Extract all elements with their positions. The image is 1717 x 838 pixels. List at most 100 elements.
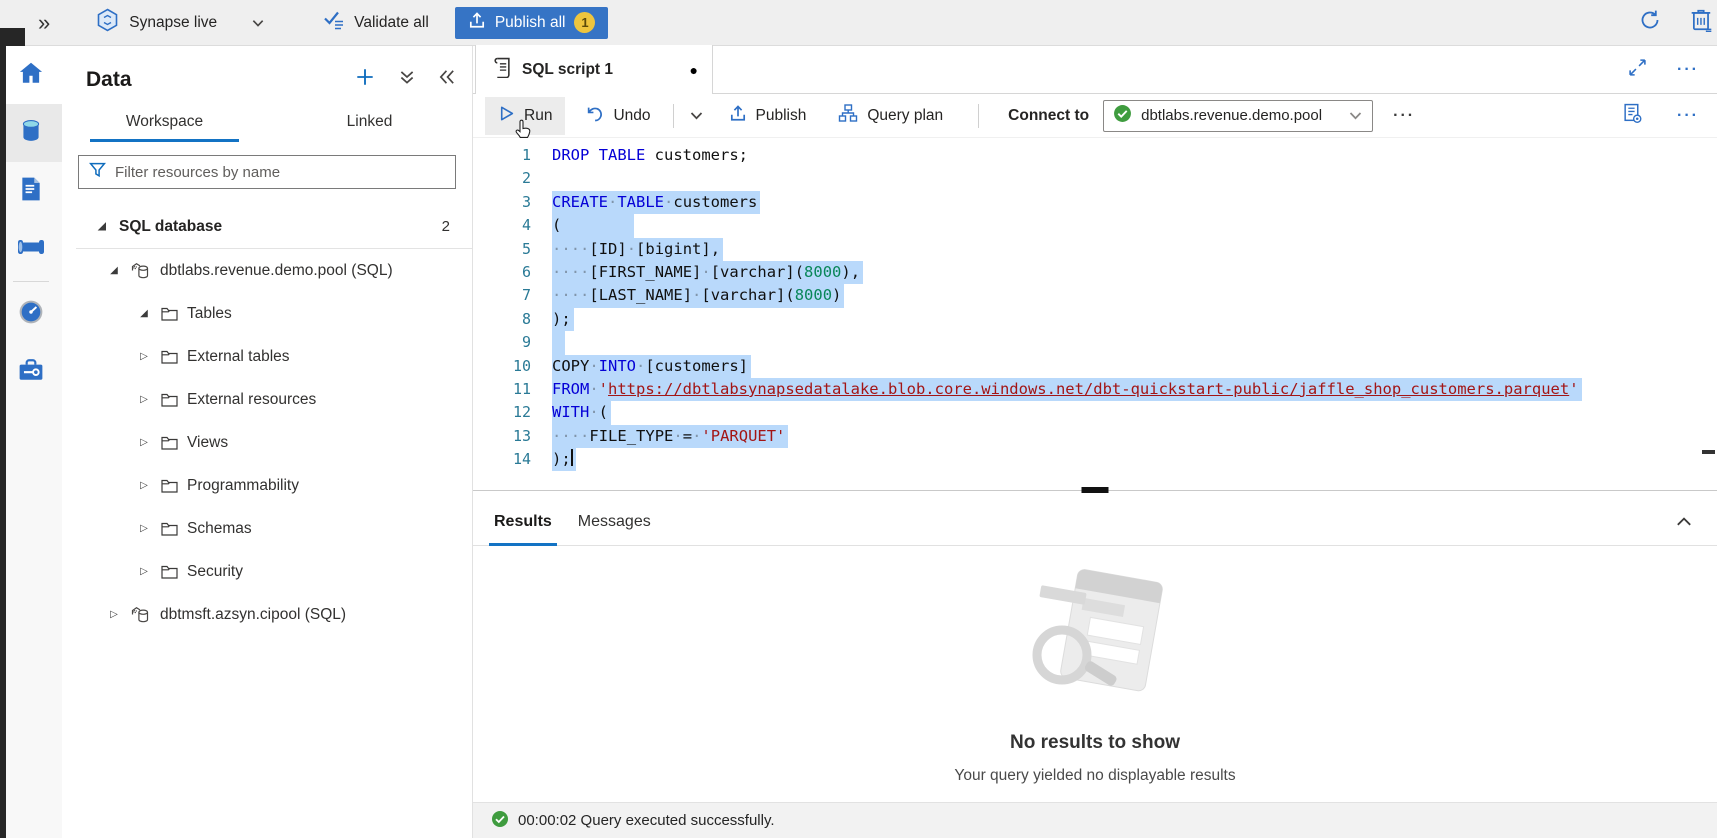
code-line-1[interactable]: 1DROP TABLE customers; [473,144,1717,167]
script-properties-icon[interactable] [1622,103,1643,129]
collapsed-arrow-icon[interactable]: ▷ [136,523,152,534]
tab-results[interactable]: Results [481,498,565,546]
validate-all-button[interactable]: Validate all [323,10,429,35]
chevron-down-icon[interactable] [251,16,265,30]
toolbar-right-more-icon[interactable]: ··· [1677,107,1699,125]
tree-item-label: Views [187,434,228,452]
line-number: 3 [473,191,531,214]
code-line-11[interactable]: 11FROM·'https://dbtlabsynapsedatalake.bl… [473,378,1717,401]
code-line-12[interactable]: 12WITH·( [473,401,1717,424]
rail-item-data[interactable] [0,104,62,162]
tab-workspace[interactable]: Workspace [62,103,267,142]
chevron-up-icon[interactable] [1675,513,1693,531]
tree-item-dbtmsft-azsyn-cipool-sql[interactable]: ▷ dbtmsft.azsyn.cipool (SQL) [62,593,472,636]
code-line-5[interactable]: 5····[ID]·[bigint], [473,238,1717,261]
tree-item-tables[interactable]: ◢Tables [62,292,472,335]
database-count: 2 [442,218,450,235]
sql-pool-icon [131,262,151,280]
collapsed-arrow-icon[interactable]: ▷ [136,437,152,448]
tree-item-views[interactable]: ▷ Views [62,421,472,464]
home-icon [18,60,44,91]
tree-section-label: SQL database [119,218,222,236]
check-circle-green-icon [1113,104,1132,127]
line-number: 10 [473,355,531,378]
collapsed-arrow-icon[interactable]: ▷ [136,394,152,405]
code-line-14[interactable]: 14); [473,448,1717,471]
tab-linked[interactable]: Linked [267,103,472,142]
tree-item-security[interactable]: ▷Security [62,550,472,593]
code-line-10[interactable]: 10COPY·INTO·[customers] [473,355,1717,378]
tree-section-sql-database[interactable]: ◢ SQL database 2 [62,205,472,248]
main-pane: SQL script 1 ● ··· Run Undo [473,46,1717,838]
chevron-down-icon[interactable] [1348,108,1363,123]
no-results-illustration [990,563,1200,718]
gauge-icon [18,299,44,330]
expand-editor-icon[interactable] [1628,58,1647,82]
tab-messages[interactable]: Messages [565,498,664,546]
tree-item-programmability[interactable]: ▷ Programmability [62,464,472,507]
toolbox-icon [18,358,44,387]
code-line-8[interactable]: 8); [473,308,1717,331]
collapsed-arrow-icon[interactable]: ▷ [136,351,152,362]
code-lines: 1DROP TABLE customers;23CREATE·TABLE·cus… [473,144,1717,471]
code-line-13[interactable]: 13····FILE_TYPE·=·'PARQUET' [473,425,1717,448]
collapsed-arrow-icon[interactable]: ▷ [136,480,152,491]
code-line-7[interactable]: 7····[LAST_NAME]·[varchar](8000) [473,284,1717,307]
expanded-arrow-icon[interactable]: ◢ [94,221,110,232]
publish-all-button[interactable]: Publish all 1 [455,7,609,39]
line-number: 8 [473,308,531,331]
rail-item-develop[interactable] [0,162,62,220]
pool-selector-dropdown[interactable]: dbtlabs.revenue.demo.pool [1103,100,1373,132]
undo-button[interactable]: Undo [573,97,663,135]
discard-all-trash-icon[interactable] [1690,8,1713,37]
tree-item-label: Programmability [187,477,299,495]
code-line-4[interactable]: 4( [473,214,1717,237]
tree-item-external-resources[interactable]: ▷ External resources [62,378,472,421]
line-number: 2 [473,167,531,190]
tab-bar-more-icon[interactable]: ··· [1677,61,1699,79]
synapse-hexagon-icon [96,8,119,37]
splitter-drag-handle[interactable] [1082,487,1109,493]
toolbar-separator [978,104,979,128]
code-line-2[interactable]: 2 [473,167,1717,190]
document-tab-bar: SQL script 1 ● ··· [473,46,1717,94]
undo-dropdown-chevron-icon[interactable] [683,108,710,123]
synapse-live-selector[interactable]: Synapse live [96,8,265,37]
expanded-arrow-icon[interactable]: ◢ [136,308,152,319]
rail-item-manage[interactable] [0,343,62,401]
editor-toolbar: Run Undo Publish Query plan Connect to [473,94,1717,138]
folder-icon [161,522,178,536]
rail-item-integrate[interactable] [0,220,62,278]
double-chevron-right-icon[interactable]: » [38,12,50,34]
refresh-icon[interactable] [1638,8,1662,37]
collapse-panel-double-chevron-left-icon[interactable] [438,68,456,91]
code-line-3[interactable]: 3CREATE·TABLE·customers [473,191,1717,214]
pool-selector-value: dbtlabs.revenue.demo.pool [1141,107,1322,124]
collapsed-arrow-icon[interactable]: ▷ [136,566,152,577]
validate-all-label: Validate all [354,14,429,32]
filter-resources-input[interactable] [115,164,445,181]
tab-sql-script-1[interactable]: SQL script 1 ● [475,45,713,94]
toolbar-more-icon[interactable]: ··· [1393,107,1415,125]
tree-item-external-tables[interactable]: ▷External tables [62,335,472,378]
folder-icon [161,436,178,450]
add-resource-plus-icon[interactable] [354,66,376,93]
rail-item-monitor[interactable] [0,285,62,343]
line-number: 9 [473,331,531,354]
tree-item-label: External resources [187,391,316,409]
expanded-arrow-icon[interactable]: ◢ [106,265,122,276]
data-panel: Data Workspace Linked ◢ SQL database [62,46,473,838]
tree-item-schemas[interactable]: ▷Schemas [62,507,472,550]
publish-button[interactable]: Publish [716,97,820,135]
query-plan-button[interactable]: Query plan [825,97,956,135]
tree-item-label: dbtmsft.azsyn.cipool (SQL) [160,606,346,624]
collapsed-arrow-icon[interactable]: ▷ [106,609,122,620]
sql-code-editor[interactable]: 1DROP TABLE customers;23CREATE·TABLE·cus… [473,138,1717,490]
line-number: 11 [473,378,531,401]
code-line-6[interactable]: 6····[FIRST_NAME]·[varchar](8000), [473,261,1717,284]
rail-item-home[interactable] [0,46,62,104]
pipeline-icon [17,235,45,264]
code-line-9[interactable]: 9 [473,331,1717,354]
collapse-all-double-chevron-icon[interactable] [398,68,416,91]
tree-item-dbtlabs-revenue-demo-pool-sql[interactable]: ◢dbtlabs.revenue.demo.pool (SQL) [62,249,472,292]
